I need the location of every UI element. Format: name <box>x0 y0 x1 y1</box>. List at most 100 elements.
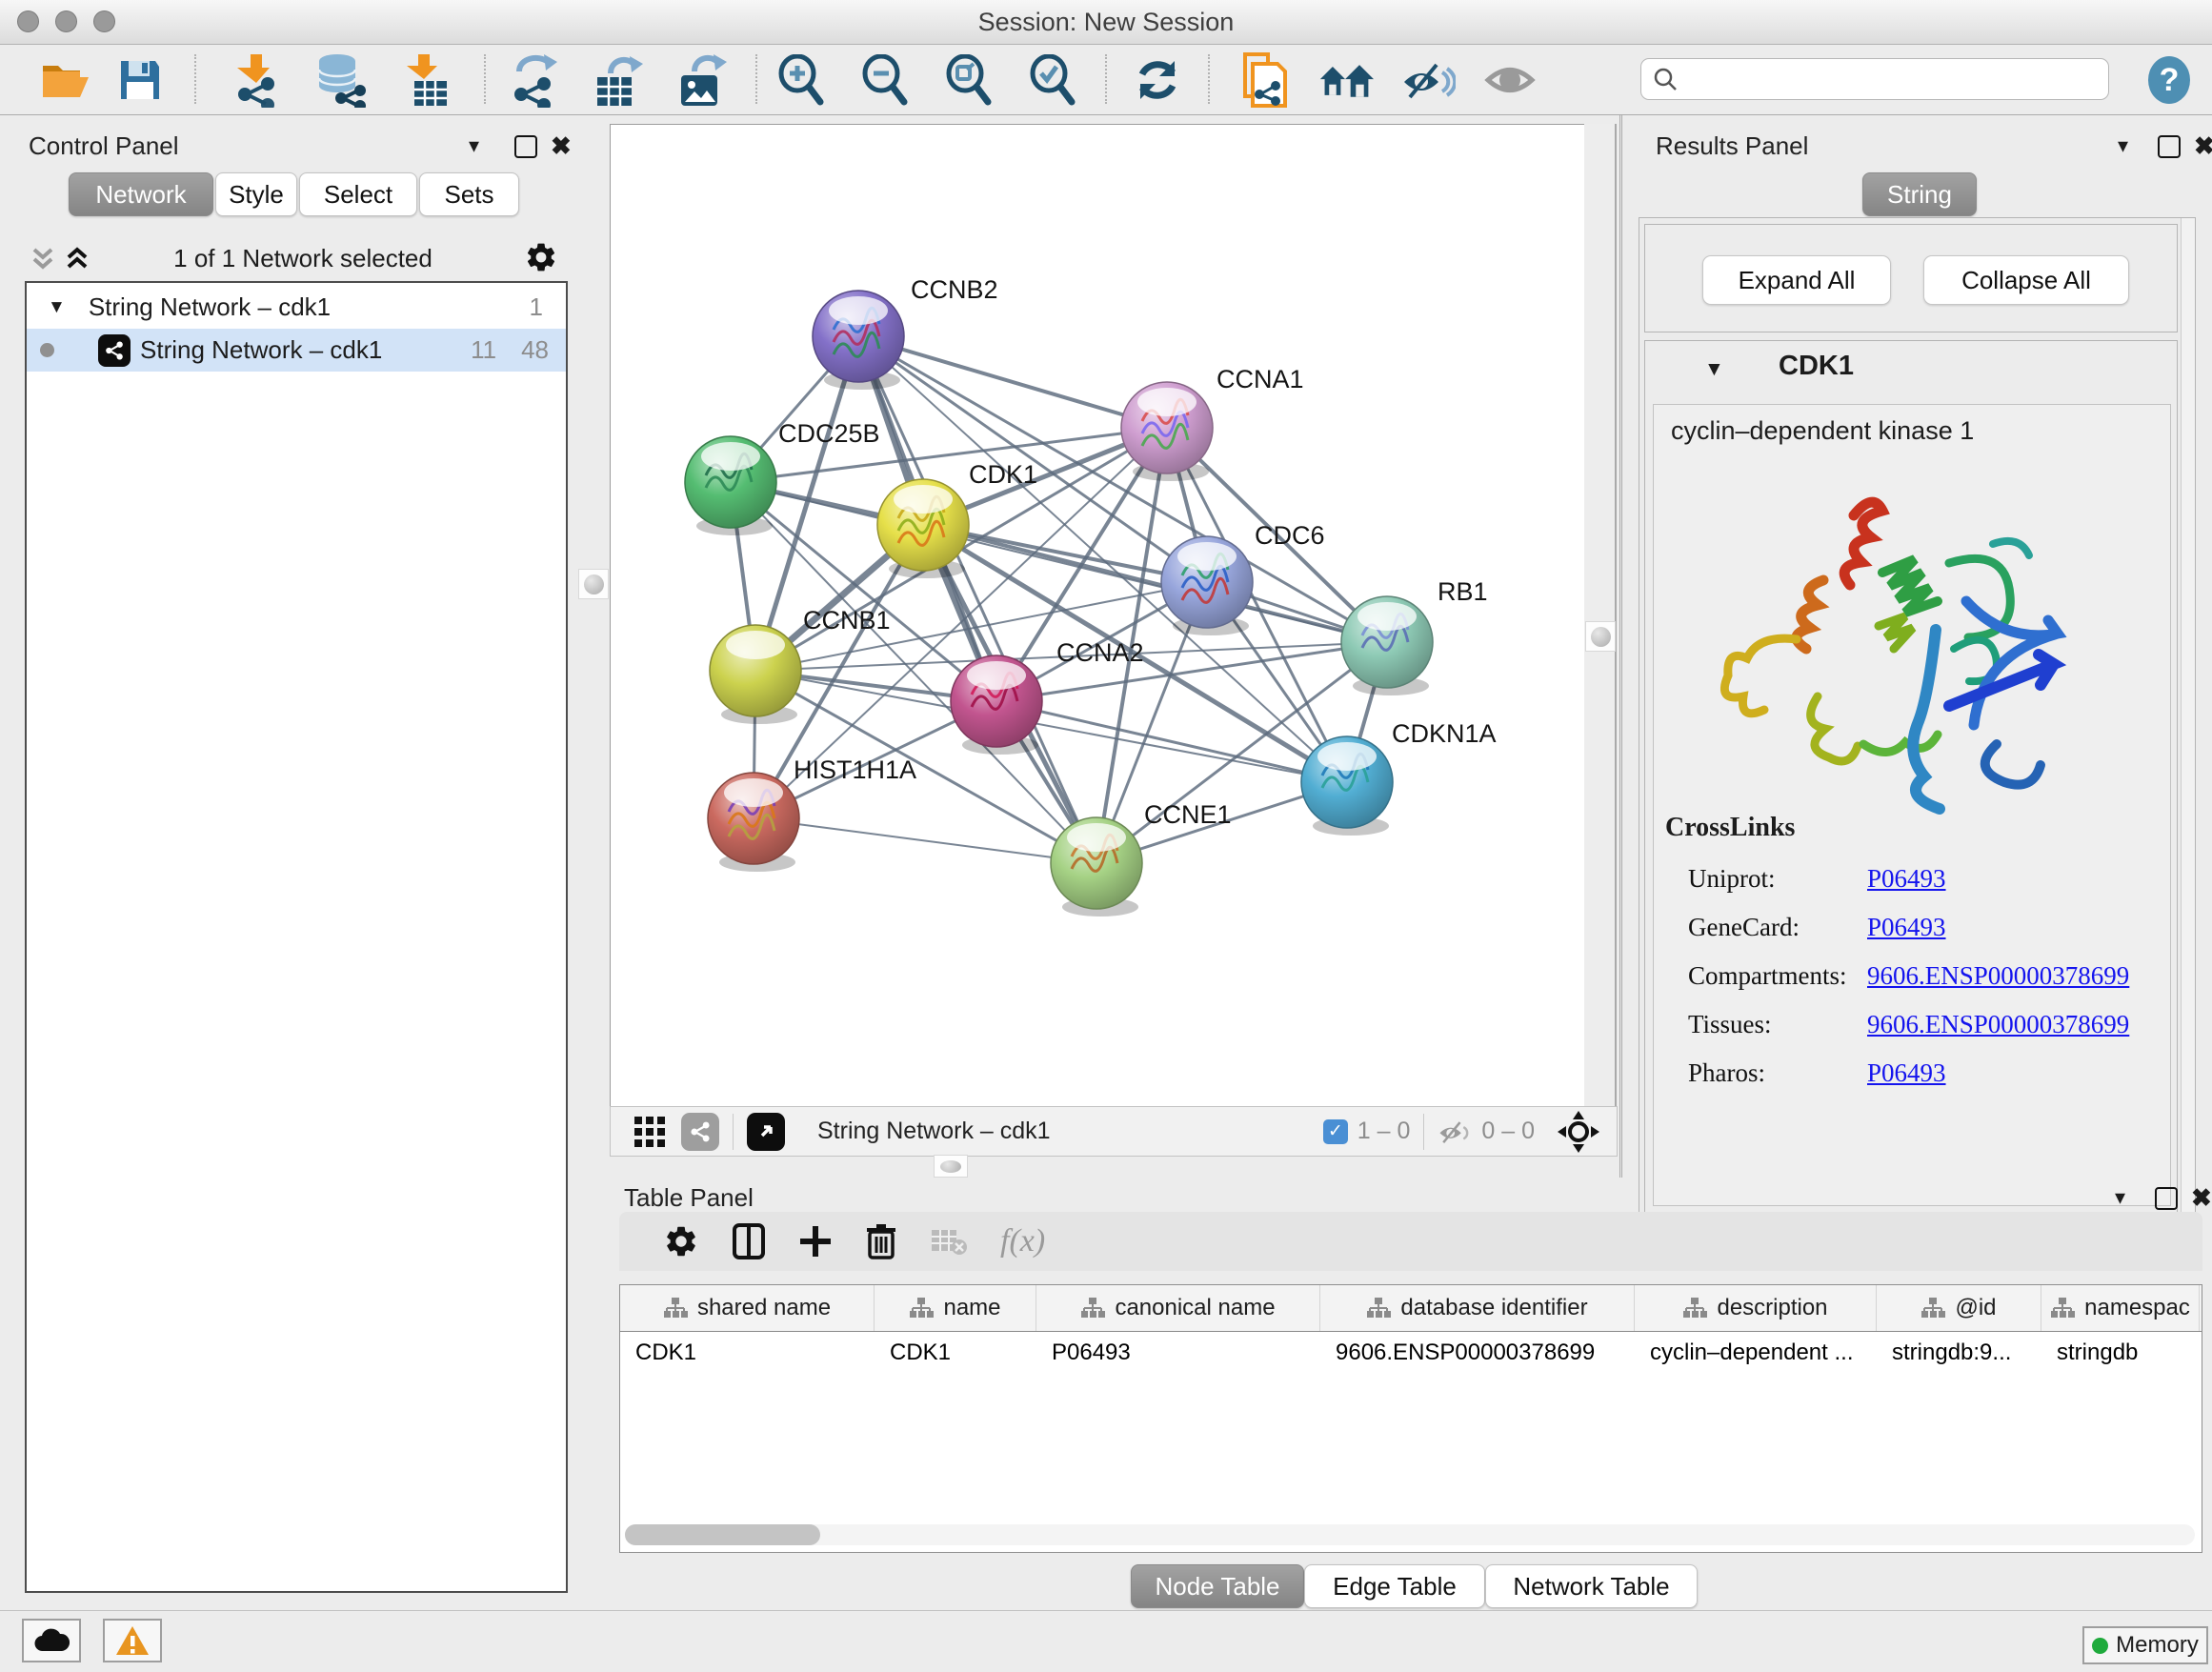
tab-network-table[interactable]: Network Table <box>1485 1564 1698 1608</box>
clone-network-button[interactable] <box>1235 52 1290 108</box>
table-cell[interactable]: CDK1 <box>875 1340 1036 1366</box>
panel-menu-icon[interactable]: ▾ <box>469 133 479 158</box>
selection-status-group: ✓ 1 – 0 0 – 0 <box>1323 1111 1617 1153</box>
float-panel-icon[interactable] <box>2155 1187 2178 1210</box>
column-header-description[interactable]: description <box>1635 1285 1877 1331</box>
column-header-shared-name[interactable]: shared name <box>620 1285 875 1331</box>
grid-view-icon[interactable] <box>633 1116 666 1148</box>
network-node-HIST1H1A[interactable]: HIST1H1A <box>708 755 916 872</box>
show-panel-button[interactable] <box>1482 52 1538 108</box>
results-scrollbar[interactable] <box>2181 218 2195 1219</box>
close-panel-icon[interactable]: ✖ <box>2191 1183 2212 1213</box>
collapse-all-tree-icon[interactable] <box>29 244 57 272</box>
network-row-selected[interactable]: String Network – cdk1 11 48 <box>27 329 566 372</box>
network-edge[interactable] <box>858 336 1167 428</box>
open-session-button[interactable] <box>38 52 93 108</box>
tab-edge-table[interactable]: Edge Table <box>1304 1564 1485 1608</box>
hscrollbar-thumb[interactable] <box>625 1524 820 1545</box>
crosslink-value-link[interactable]: P06493 <box>1867 864 2145 894</box>
close-panel-icon[interactable]: ✖ <box>2194 131 2212 161</box>
hide-panel-button[interactable] <box>1400 52 1456 108</box>
hidden-eye-icon[interactable] <box>1438 1118 1472 1145</box>
warnings-button[interactable] <box>103 1619 162 1662</box>
section-collapse-icon[interactable]: ▼ <box>1704 358 1724 381</box>
table-cell[interactable]: stringdb:9... <box>1877 1340 2041 1366</box>
table-row[interactable]: CDK1CDK1P064939606.ENSP00000378699cyclin… <box>620 1332 2202 1374</box>
tab-select[interactable]: Select <box>299 172 417 216</box>
table-hscrollbar[interactable] <box>625 1524 2195 1545</box>
right-splitter[interactable] <box>1584 124 1617 1106</box>
import-network-button[interactable] <box>229 52 284 108</box>
network-node-CCNE1[interactable]: CCNE1 <box>1051 800 1232 917</box>
network-node-CCNB2[interactable]: CCNB2 <box>813 275 998 390</box>
tab-style[interactable]: Style <box>215 172 297 216</box>
network-node-RB1[interactable]: RB1 <box>1341 577 1488 695</box>
selected-checkbox-icon[interactable]: ✓ <box>1323 1119 1348 1144</box>
column-header-canonical-name[interactable]: canonical name <box>1036 1285 1320 1331</box>
delete-column-icon[interactable] <box>865 1222 897 1260</box>
help-button[interactable]: ? <box>2142 52 2197 108</box>
crosslink-value-link[interactable]: 9606.ENSP00000378699 <box>1867 961 2145 991</box>
float-panel-icon[interactable] <box>514 135 537 158</box>
network-node-CCNA1[interactable]: CCNA1 <box>1121 365 1304 481</box>
crosslink-value-link[interactable]: P06493 <box>1867 1058 2145 1088</box>
network-edge[interactable] <box>754 818 1096 863</box>
home-button[interactable] <box>1318 52 1374 108</box>
export-image-button[interactable] <box>673 52 728 108</box>
refresh-button[interactable] <box>1130 52 1185 108</box>
tab-string[interactable]: String <box>1862 172 1977 216</box>
float-panel-icon[interactable] <box>2158 135 2181 158</box>
save-session-button[interactable] <box>112 52 168 108</box>
zoom-selected-button[interactable] <box>1025 52 1080 108</box>
network-node-CDKN1A[interactable]: CDKN1A <box>1301 719 1497 836</box>
right-splitter-handle[interactable] <box>1585 621 1616 652</box>
tree-expand-icon[interactable]: ▼ <box>48 297 66 318</box>
network-canvas[interactable]: CCNB2CCNA1CDC25BCDK1CDC6RB1CCNB1CCNA2CDK… <box>610 124 1585 1107</box>
horizontal-splitter-handle[interactable] <box>934 1155 968 1178</box>
table-cell[interactable]: stringdb <box>2041 1340 2200 1366</box>
show-columns-icon[interactable] <box>732 1222 766 1260</box>
import-table-button[interactable] <box>398 52 453 108</box>
table-cell[interactable]: cyclin–dependent ... <box>1635 1340 1877 1366</box>
node-label: CCNB2 <box>911 275 998 304</box>
search-input[interactable] <box>1678 65 2091 93</box>
tab-node-table[interactable]: Node Table <box>1131 1564 1304 1608</box>
table-settings-gear-icon[interactable] <box>663 1223 699 1259</box>
birdseye-view-icon[interactable] <box>747 1113 785 1151</box>
column-header-database-identifier[interactable]: database identifier <box>1320 1285 1635 1331</box>
toolbar-separator <box>755 54 757 104</box>
column-header-namespac[interactable]: namespac <box>2041 1285 2200 1331</box>
panel-menu-icon[interactable]: ▾ <box>2118 133 2128 158</box>
zoom-fit-button[interactable] <box>941 52 996 108</box>
table-cell[interactable]: P06493 <box>1036 1340 1320 1366</box>
table-cell[interactable]: CDK1 <box>620 1340 875 1366</box>
close-panel-icon[interactable]: ✖ <box>551 131 572 161</box>
expand-all-tree-icon[interactable] <box>63 244 91 272</box>
tab-sets[interactable]: Sets <box>419 172 519 216</box>
collapse-all-button[interactable]: Collapse All <box>1923 255 2129 305</box>
left-splitter-handle[interactable] <box>578 569 609 599</box>
network-options-gear-icon[interactable] <box>524 240 558 274</box>
add-column-icon[interactable] <box>798 1224 833 1259</box>
column-header-@id[interactable]: @id <box>1877 1285 2041 1331</box>
export-table-button[interactable] <box>589 52 644 108</box>
table-cell[interactable]: 9606.ENSP00000378699 <box>1320 1340 1635 1366</box>
memory-button[interactable]: Memory <box>2082 1626 2208 1664</box>
node-count: 11 <box>471 335 496 365</box>
tab-network[interactable]: Network <box>69 172 213 216</box>
crosslink-value-link[interactable]: 9606.ENSP00000378699 <box>1867 1010 2145 1039</box>
string-network-graph[interactable]: CCNB2CCNA1CDC25BCDK1CDC6RB1CCNB1CCNA2CDK… <box>611 125 1584 1106</box>
zoom-in-button[interactable] <box>774 52 829 108</box>
string-view-icon[interactable] <box>681 1113 719 1151</box>
network-node-CDC25B[interactable]: CDC25B <box>685 419 880 535</box>
export-network-button[interactable] <box>505 52 560 108</box>
network-collection-row[interactable]: ▼ String Network – cdk1 1 <box>27 286 566 329</box>
column-header-name[interactable]: name <box>875 1285 1036 1331</box>
import-network-from-database-button[interactable] <box>312 52 368 108</box>
cloud-button[interactable] <box>22 1619 81 1662</box>
crosslink-value-link[interactable]: P06493 <box>1867 913 2145 942</box>
zoom-out-button[interactable] <box>857 52 913 108</box>
panel-menu-icon[interactable]: ▾ <box>2115 1185 2125 1210</box>
expand-all-button[interactable]: Expand All <box>1702 255 1891 305</box>
fit-selected-crosshair-icon[interactable] <box>1558 1111 1599 1153</box>
